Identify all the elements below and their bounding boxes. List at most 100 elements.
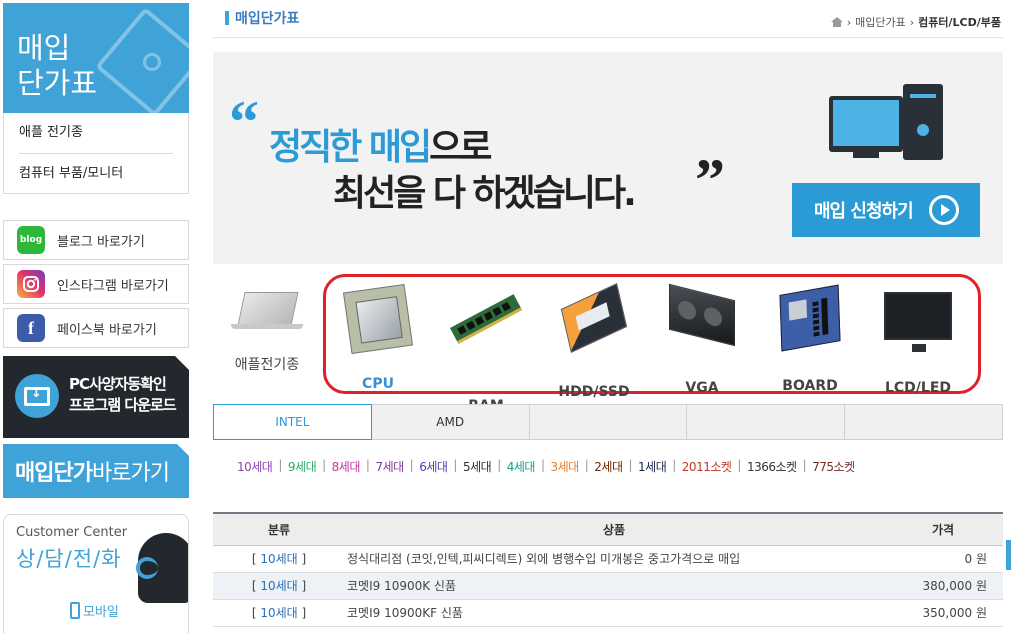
- price-list-shortcut-button[interactable]: 매입단가 바로가기: [3, 444, 189, 498]
- row-product: 코멧I9 10900KF 신품: [345, 599, 883, 627]
- ram-icon: [449, 294, 523, 344]
- category-hdd-ssd[interactable]: HDD/SSD: [544, 280, 644, 400]
- generation-filter-link[interactable]: 6세대: [419, 458, 448, 475]
- page-title-text: 매입단가표: [235, 11, 300, 27]
- table-row: [ 10세대 ] 정식대리점 (코잇,인텍,피씨디렉트) 외에 병행수입 미개봉…: [213, 545, 1003, 573]
- breadcrumb-item-price-list[interactable]: 매입단가표: [855, 14, 906, 30]
- generation-filter-link[interactable]: 3세대: [551, 458, 580, 475]
- table-row: [ 10세대 ] 코멧I9 10900K 신품 380,000 원: [213, 572, 1003, 600]
- facebook-icon: f: [17, 314, 45, 342]
- pc-spec-download-line2: 프로그램 다운로드: [69, 396, 177, 414]
- apply-purchase-button[interactable]: 매입 신청하기: [792, 183, 980, 237]
- price-list-shortcut-light: 바로가기: [91, 461, 170, 486]
- category-cpu-label: CPU: [362, 376, 394, 392]
- instagram-icon: [17, 270, 45, 298]
- price-list-shortcut-bold: 매입단가: [15, 461, 93, 486]
- scroll-to-top-tab[interactable]: [1006, 540, 1011, 570]
- pc-spec-download-button[interactable]: PC사양자동확인 프로그램 다운로드: [3, 356, 189, 438]
- filter-separator: |: [453, 458, 457, 472]
- banner-headline-line1: 정직한 매입으로: [269, 118, 492, 170]
- generation-filter-link[interactable]: 7세대: [375, 458, 404, 475]
- instagram-link-label: 인스타그램 바로가기: [57, 278, 169, 294]
- category-board[interactable]: BOARD: [760, 280, 860, 394]
- mobile-contact-label: 모바일: [83, 605, 119, 620]
- sidebar-hero: 매입 단가표: [3, 3, 189, 113]
- generation-filter-link[interactable]: 5세대: [463, 458, 492, 475]
- generation-filter-link[interactable]: 2세대: [594, 458, 623, 475]
- price-tag-icon: [95, 7, 189, 113]
- filter-separator: |: [278, 458, 282, 472]
- ssd-icon: [560, 282, 628, 354]
- breadcrumb: › 매입단가표 › 컴퓨터/LCD/부품: [830, 14, 1001, 30]
- row-price: 380,000 원: [883, 572, 1003, 600]
- tab-amd[interactable]: AMD: [371, 405, 530, 439]
- category-ram[interactable]: RAM: [436, 280, 536, 414]
- home-icon[interactable]: [830, 17, 843, 27]
- blog-icon: blog: [17, 226, 45, 254]
- banner-headline-highlight: 정직한 매입: [269, 127, 432, 168]
- sidebar-hero-title-line2: 단가표: [17, 66, 98, 100]
- breadcrumb-separator-icon: ›: [846, 15, 852, 29]
- mobile-contact-link[interactable]: 모바일: [70, 601, 119, 620]
- quote-close-icon: ”: [695, 147, 725, 213]
- sidebar-item-pc-parts[interactable]: 컴퓨터 부품/모니터: [19, 153, 173, 193]
- sidebar-menu: 애플 전기종 컴퓨터 부품/모니터: [3, 113, 189, 194]
- row-category: [ 10세대 ]: [213, 572, 345, 600]
- graphics-card-icon: [669, 283, 735, 347]
- customer-center: Customer Center 상/담/전/화 모바일: [3, 514, 189, 634]
- arrow-right-circle-icon: [928, 195, 959, 225]
- row-category-link[interactable]: 10세대: [260, 606, 297, 620]
- customer-center-en: Customer Center: [16, 525, 128, 540]
- generation-filter-link[interactable]: 4세대: [507, 458, 536, 475]
- category-lcd-led[interactable]: LCD/LED: [868, 280, 968, 396]
- monitor-icon: [884, 292, 952, 352]
- row-category-link[interactable]: 10세대: [260, 579, 297, 593]
- column-header-product: 상품: [345, 512, 883, 546]
- page-title: 매입단가표: [225, 8, 299, 28]
- category-apple[interactable]: 애플전기종: [219, 272, 315, 374]
- main-content: 매입단가표 › 매입단가표 › 컴퓨터/LCD/부품 “ 정직한 매입으로 최선…: [213, 0, 1003, 627]
- category-lcd-led-label: LCD/LED: [884, 380, 952, 396]
- sidebar-hero-title: 매입 단가표: [17, 31, 97, 101]
- category-vga-label: VGA: [685, 380, 719, 396]
- filter-separator: |: [365, 458, 370, 472]
- facebook-link-label: 페이스북 바로가기: [57, 322, 157, 338]
- blog-link[interactable]: blog 블로그 바로가기: [3, 220, 189, 260]
- row-category: [ 10세대 ]: [213, 545, 345, 573]
- generation-filter: 10세대 | 9세대 | 8세대 | 7세대 | 6세대 | 5세대 | 4세대 | 3세대 | 2세대 | 1세대…: [237, 458, 855, 475]
- breadcrumb-separator-icon: ›: [909, 15, 915, 29]
- table-row: [ 10세대 ] 코멧I9 10900KF 신품 350,000 원: [213, 599, 1003, 627]
- instagram-link[interactable]: 인스타그램 바로가기: [3, 264, 189, 304]
- apply-purchase-label: 매입 신청하기: [814, 201, 914, 222]
- promo-banner: “ 정직한 매입으로 최선을 다 하겠습니다. ” 매입 신청하기: [213, 52, 1003, 264]
- category-apple-label: 애플전기종: [234, 357, 300, 373]
- facebook-link[interactable]: f 페이스북 바로가기: [3, 308, 189, 348]
- category-cpu[interactable]: CPU: [328, 280, 428, 392]
- generation-filter-link[interactable]: 9세대: [288, 458, 317, 475]
- category-vga[interactable]: VGA: [652, 280, 752, 396]
- quote-open-icon: “: [229, 89, 259, 155]
- filter-separator: |: [672, 458, 676, 472]
- tab-empty-2: [687, 405, 846, 439]
- sidebar-item-apple[interactable]: 애플 전기종: [4, 113, 188, 153]
- category-selector: 애플전기종 CPU RAM HDD/SSD VGA BOARD LCD/LED: [213, 272, 1003, 414]
- banner-headline-line2: 최선을 다 하겠습니다.: [333, 173, 637, 214]
- generation-filter-link[interactable]: 1366소켓: [747, 458, 797, 475]
- monitor-illustration: [829, 96, 903, 152]
- category-hdd-ssd-label: HDD/SSD: [558, 384, 630, 400]
- price-tag-hole-icon: [143, 53, 161, 71]
- cpu-icon: [342, 283, 414, 355]
- filter-separator: |: [409, 458, 414, 472]
- row-category-link[interactable]: 10세대: [260, 552, 297, 566]
- page-header: 매입단가표 › 매입단가표 › 컴퓨터/LCD/부품: [213, 0, 1003, 38]
- generation-filter-link[interactable]: 1세대: [638, 458, 667, 475]
- row-price: 350,000 원: [883, 599, 1003, 627]
- tab-intel[interactable]: INTEL: [213, 404, 372, 440]
- row-category: [ 10세대 ]: [213, 599, 345, 627]
- generation-filter-link[interactable]: 8세대: [332, 458, 361, 475]
- filter-separator: |: [737, 458, 741, 472]
- generation-filter-link[interactable]: 10세대: [237, 458, 273, 475]
- generation-filter-link[interactable]: 775소켓: [812, 458, 855, 475]
- generation-filter-link[interactable]: 2011소켓: [682, 458, 732, 475]
- social-links: blog 블로그 바로가기 인스타그램 바로가기 f 페이스북 바로가기: [3, 220, 189, 348]
